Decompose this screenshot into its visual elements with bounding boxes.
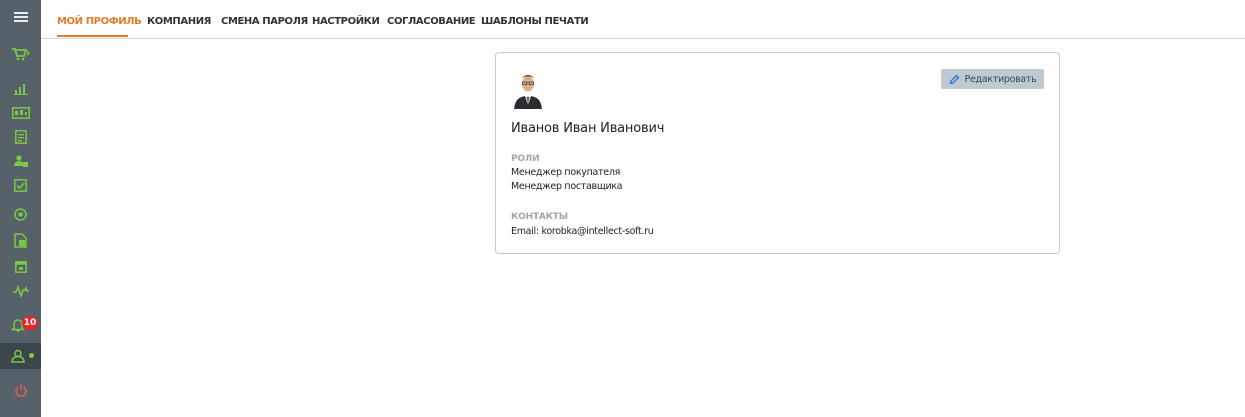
active-tab-indicator [57, 35, 128, 37]
sidebar-item-tasks[interactable] [0, 173, 41, 197]
menu-button[interactable] [0, 5, 41, 29]
sidebar: 10 [0, 0, 41, 417]
roles-heading: РОЛИ [511, 154, 540, 164]
tab-my-profile[interactable]: МОЙ ПРОФИЛЬ [57, 16, 142, 27]
activity-icon [12, 285, 29, 297]
avatar-photo [510, 67, 546, 109]
power-icon [14, 384, 27, 397]
avatar [510, 67, 546, 109]
menu-icon [13, 12, 28, 22]
sidebar-item-profile[interactable] [0, 343, 41, 369]
checklist-icon [14, 178, 27, 192]
pencil-icon [949, 74, 959, 84]
users-icon [13, 155, 28, 167]
tab-print-templates[interactable]: ШАБЛОНЫ ПЕЧАТИ [481, 16, 589, 27]
calendar-icon [14, 260, 27, 273]
role-item: Менеджер покупателя [511, 167, 621, 178]
profile-card: Редактировать Иванов Иван Иванович РОЛИ … [495, 52, 1060, 254]
document-icon [14, 130, 27, 144]
target-icon [14, 207, 27, 221]
sidebar-item-analytics[interactable] [0, 77, 41, 101]
cart-icon [11, 48, 30, 61]
contacts-heading: КОНТАКТЫ [511, 212, 568, 222]
sidebar-item-data-panel[interactable] [0, 101, 41, 125]
online-status-dot [29, 353, 34, 358]
notification-count-badge: 10 [22, 316, 38, 330]
email-line: Email: korobka@intellect-soft.ru [511, 226, 654, 237]
sidebar-item-activity[interactable] [0, 279, 41, 303]
edit-button-label: Редактировать [964, 73, 1037, 85]
tab-settings[interactable]: НАСТРОЙКИ [312, 16, 380, 27]
data-panel-icon [11, 107, 30, 119]
role-item: Менеджер поставщика [511, 181, 623, 192]
edit-profile-button[interactable]: Редактировать [941, 69, 1044, 89]
profile-name: Иванов Иван Иванович [511, 121, 665, 136]
sidebar-item-files[interactable] [0, 228, 41, 252]
analytics-icon [13, 84, 28, 95]
sidebar-item-documents[interactable] [0, 125, 41, 149]
sidebar-item-cart[interactable] [0, 42, 41, 66]
sidebar-item-notifications[interactable]: 10 [0, 313, 41, 337]
logout-button[interactable] [0, 378, 41, 402]
profile-icon [10, 349, 25, 363]
profile-tabs: МОЙ ПРОФИЛЬ КОМПАНИЯ СМЕНА ПАРОЛЯ НАСТРО… [41, 0, 1245, 39]
sidebar-item-users[interactable] [0, 149, 41, 173]
sidebar-item-calendar[interactable] [0, 254, 41, 278]
tab-change-password[interactable]: СМЕНА ПАРОЛЯ [221, 16, 308, 27]
tab-approval[interactable]: СОГЛАСОВАНИЕ [387, 16, 476, 27]
tab-company[interactable]: КОМПАНИЯ [147, 16, 211, 27]
sidebar-item-targets[interactable] [0, 202, 41, 226]
file-icon [14, 232, 27, 248]
